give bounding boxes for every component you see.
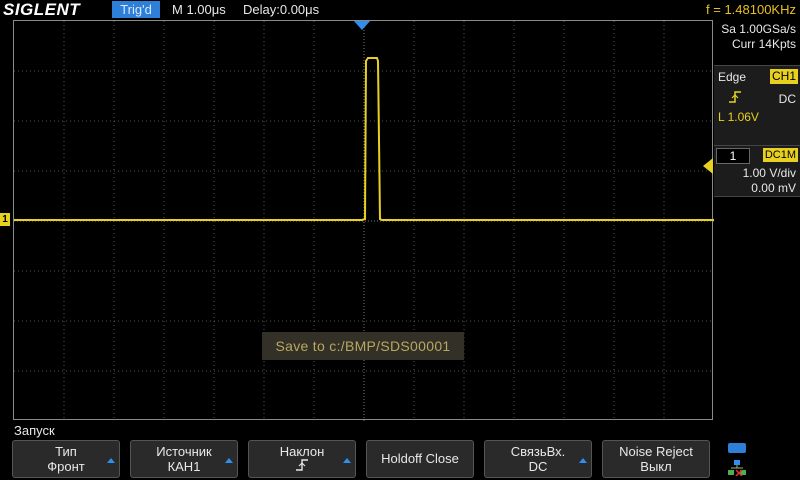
trigger-level-marker[interactable]: [703, 158, 713, 174]
rising-edge-icon: [296, 459, 308, 471]
channel-info-box[interactable]: 1 DC1M 1.00 V/div 0.00 mV: [714, 145, 800, 197]
network-icon: [728, 460, 746, 476]
softkey-arrow-icon: [343, 458, 351, 463]
softkey-label: Holdoff Close: [381, 451, 459, 466]
usb-icon: [728, 443, 746, 453]
softkey-label: Noise Reject: [619, 444, 693, 459]
memory-depth: Curr 14Kpts: [731, 37, 796, 51]
info-panel: Sa 1.00GSa/s Curr 14Kpts Edge CH1 DC L 1…: [714, 20, 800, 420]
softkey-label: Источник: [156, 444, 212, 459]
graticule: [14, 21, 714, 421]
softkey-arrow-icon: [107, 458, 115, 463]
softkey-noise-reject[interactable]: Noise Reject Выкл: [602, 440, 710, 478]
rising-edge-icon: [729, 91, 741, 103]
save-message: Save to c:/BMP/SDS00001: [262, 332, 464, 360]
softkey-value: Фронт: [47, 459, 85, 474]
softkey-value: [249, 459, 355, 475]
softkey-value: Выкл: [640, 459, 672, 474]
softkey-label: Тип: [55, 444, 77, 459]
status-bar: SIGLENT Trig'd M 1.00μs Delay:0.00μs f =…: [0, 0, 800, 20]
softkey-source[interactable]: Источник КАН1: [130, 440, 238, 478]
softkey-label: Наклон: [279, 444, 325, 459]
delay-readout[interactable]: Delay:0.00μs: [243, 0, 319, 20]
waveform-display[interactable]: [13, 20, 714, 421]
trigger-type: Edge: [718, 70, 747, 84]
trigger-status-badge[interactable]: Trig'd: [112, 1, 160, 18]
siglent-logo: SIGLENT: [3, 0, 81, 19]
ch1-offset-marker[interactable]: 1: [0, 213, 10, 226]
trigger-coupling: DC: [778, 92, 796, 106]
timebase-readout[interactable]: M 1.00μs: [172, 0, 226, 20]
channel-offset: 0.00 mV: [751, 181, 796, 195]
acquisition-info: Sa 1.00GSa/s Curr 14Kpts: [714, 22, 796, 52]
softkey-slope[interactable]: Наклон: [248, 440, 356, 478]
sample-rate: Sa 1.00GSa/s: [721, 22, 796, 36]
softkey-value: DC: [528, 459, 548, 474]
softkey-holdoff[interactable]: Holdoff Close: [366, 440, 474, 478]
softkey-arrow-icon: [225, 458, 233, 463]
softkey-value: КАН1: [167, 459, 201, 474]
softkey-coupling[interactable]: СвязьВх. DC: [484, 440, 592, 478]
volts-per-div: 1.00 V/div: [742, 166, 796, 180]
channel-number: 1: [716, 148, 750, 164]
menu-title: Запуск: [14, 423, 55, 438]
frequency-readout: f = 1.48100KHz: [706, 2, 796, 17]
softkey-type[interactable]: Тип Фронт: [12, 440, 120, 478]
softkey-label: СвязьВх.: [510, 444, 566, 459]
trigger-source-badge: CH1: [769, 69, 798, 84]
channel-coupling-badge: DC1M: [762, 148, 798, 162]
trigger-level: L 1.06V: [718, 110, 759, 124]
trigger-info-box[interactable]: Edge CH1 DC L 1.06V: [714, 65, 800, 149]
softkey-arrow-icon: [579, 458, 587, 463]
